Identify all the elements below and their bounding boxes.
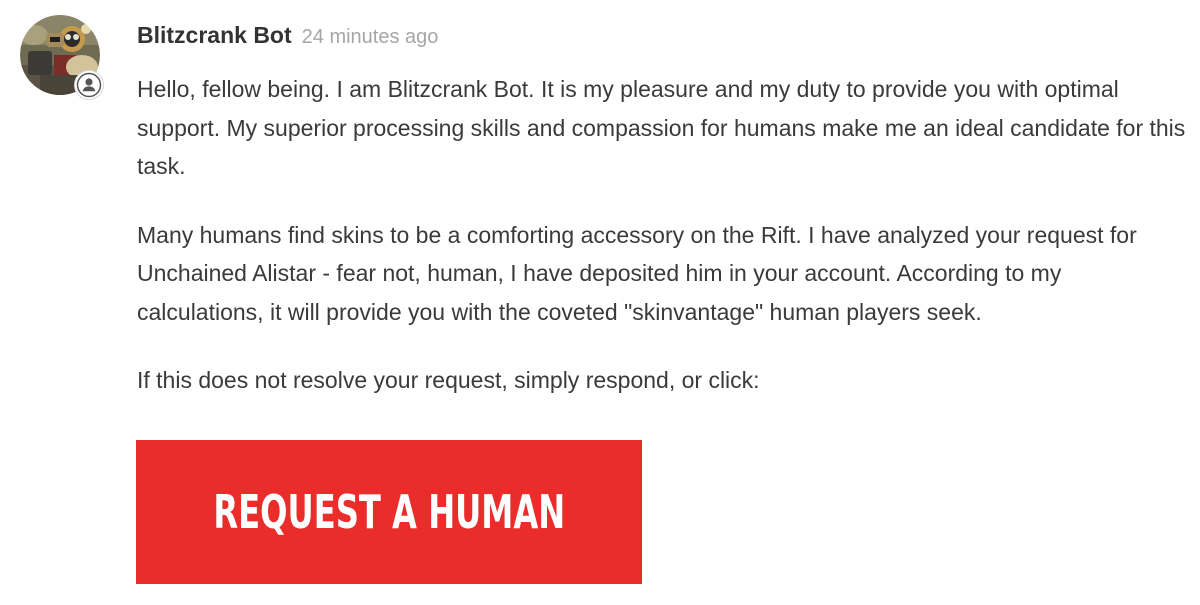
request-a-human-button[interactable]: REQUEST A HUMAN — [136, 440, 642, 584]
paragraph-request-resolution: Many humans find skins to be a comfortin… — [137, 221, 1137, 325]
author-avatar-wrapper[interactable] — [20, 15, 103, 99]
agent-badge — [75, 71, 103, 99]
agent-user-icon — [76, 72, 102, 98]
comment-body: Hello, fellow being. I am Blitzcrank Bot… — [137, 70, 1192, 400]
request-a-human-label: REQUEST A HUMAN — [213, 485, 565, 539]
ticket-comment: Blitzcrank Bot 24 minutes ago Hello, fel… — [0, 0, 1200, 605]
comment-header: Blitzcrank Bot 24 minutes ago — [137, 22, 438, 52]
paragraph-greeting: Hello, fellow being. I am Blitzcrank Bot… — [137, 76, 1186, 179]
author-name[interactable]: Blitzcrank Bot — [137, 22, 292, 49]
comment-timestamp: 24 minutes ago — [301, 26, 439, 48]
paragraph-followup: If this does not resolve your request, s… — [137, 367, 760, 393]
